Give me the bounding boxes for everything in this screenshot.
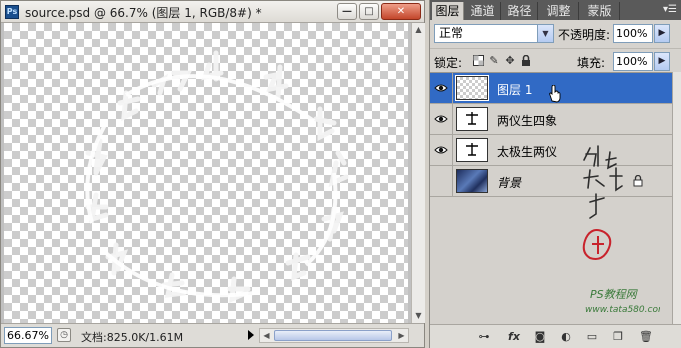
tab-masks[interactable]: 蒙版: [580, 2, 620, 20]
photoshop-logo-icon: Ps: [5, 5, 19, 19]
panel-footer: ⊶ fx ◙ ◐ ▭ ❐ 🗑: [430, 324, 681, 348]
vertical-scrollbar[interactable]: ▲ ▼: [411, 23, 425, 323]
layer-thumbnail: [455, 75, 489, 101]
tab-paths[interactable]: 路径: [502, 2, 538, 20]
lock-image-pixels-icon[interactable]: ✎: [488, 55, 500, 67]
eye-icon[interactable]: [430, 135, 453, 165]
canvas-area[interactable]: [1, 23, 411, 323]
fill-label: 填充:: [577, 56, 606, 70]
lock-position-icon[interactable]: ✥: [504, 55, 516, 67]
eye-icon[interactable]: [430, 104, 453, 134]
status-menu-icon[interactable]: ◷: [57, 328, 71, 342]
blend-mode-value: 正常: [439, 26, 464, 40]
layers-list: 图层 1 两仪生四象 太极生两仪 背景: [430, 72, 672, 324]
trash-icon[interactable]: 🗑: [638, 329, 654, 345]
layer-row-background[interactable]: 背景: [430, 166, 672, 197]
canvas[interactable]: [4, 23, 408, 323]
scroll-up-icon[interactable]: ▲: [412, 23, 425, 37]
lock-icon: [633, 174, 645, 187]
opacity-field[interactable]: 100%: [613, 24, 653, 43]
blend-mode-select[interactable]: 正常 ▼: [434, 24, 554, 43]
canvas-artwork: [85, 50, 349, 303]
blend-row: 正常 ▼ 不透明度: 100% ▶: [430, 20, 681, 46]
link-icon[interactable]: ⊶: [476, 329, 492, 345]
folder-icon[interactable]: ▭: [584, 329, 600, 345]
layers-panel: 图层 通道 路径 调整 蒙版 ▾☰ 正常 ▼ 不透明度: 100% ▶ 锁定: …: [429, 0, 681, 348]
layer-name: 两仪生四象: [497, 114, 558, 128]
close-button[interactable]: ✕: [381, 3, 421, 20]
adjustment-icon[interactable]: ◐: [558, 329, 574, 345]
hand-cursor-icon: [549, 85, 561, 103]
document-window: Ps source.psd @ 66.7% (图层 1, RGB/8#) * —…: [0, 0, 425, 348]
text-layer-thumbnail: [456, 138, 488, 162]
opacity-label: 不透明度:: [558, 28, 611, 42]
lock-row: 锁定: ✎ ✥ 填充: 100% ▶: [430, 48, 681, 72]
tab-channels[interactable]: 通道: [465, 2, 501, 20]
document-info: 文档:825.0K/1.61M: [81, 331, 184, 344]
new-layer-icon[interactable]: ❐: [610, 329, 626, 345]
tab-adjustments[interactable]: 调整: [539, 2, 579, 20]
chevron-down-icon[interactable]: ▼: [537, 25, 553, 42]
scroll-down-icon[interactable]: ▼: [412, 309, 425, 323]
maximize-button[interactable]: □: [359, 3, 379, 20]
eye-icon[interactable]: [430, 73, 453, 103]
tab-layers[interactable]: 图层: [432, 2, 464, 20]
info-menu-arrow-icon[interactable]: [248, 330, 254, 340]
layer-row-two-modes-four-images[interactable]: 两仪生四象: [430, 104, 672, 135]
fill-slider-button[interactable]: ▶: [654, 52, 670, 71]
layers-scrollbar[interactable]: [672, 72, 681, 324]
layer-row-taiji-two-modes[interactable]: 太极生两仪: [430, 135, 672, 166]
layer-name: 图层 1: [497, 83, 533, 97]
document-title-bar[interactable]: Ps source.psd @ 66.7% (图层 1, RGB/8#) * —…: [1, 1, 424, 23]
layer-name: 背景: [497, 176, 522, 190]
lock-transparent-pixels-icon[interactable]: [472, 55, 484, 67]
horizontal-scroll-thumb[interactable]: [274, 330, 392, 341]
panel-menu-icon[interactable]: ▾☰: [661, 3, 679, 17]
layer-name: 太极生两仪: [497, 145, 558, 159]
scroll-left-icon[interactable]: ◀: [260, 329, 273, 342]
document-title: source.psd @ 66.7% (图层 1, RGB/8#) *: [25, 6, 262, 20]
lock-label: 锁定:: [434, 56, 463, 70]
fill-field[interactable]: 100%: [613, 52, 653, 71]
mask-icon[interactable]: ◙: [532, 329, 548, 345]
panel-tab-bar: 图层 通道 路径 调整 蒙版 ▾☰: [430, 0, 681, 20]
visibility-toggle-empty[interactable]: [430, 166, 453, 196]
scroll-right-icon[interactable]: ▶: [395, 329, 408, 342]
zoom-field[interactable]: 66.67%: [4, 327, 52, 344]
background-layer-thumbnail: [456, 169, 488, 193]
opacity-slider-button[interactable]: ▶: [654, 24, 670, 43]
status-bar: 66.67% ◷ 文档:825.0K/1.61M ◀ ▶: [1, 323, 424, 347]
horizontal-scrollbar[interactable]: ◀ ▶: [259, 328, 409, 343]
minimize-button[interactable]: —: [337, 3, 357, 20]
lock-all-icon[interactable]: [520, 54, 532, 67]
text-layer-thumbnail: [456, 107, 488, 131]
fx-icon[interactable]: fx: [506, 329, 522, 345]
